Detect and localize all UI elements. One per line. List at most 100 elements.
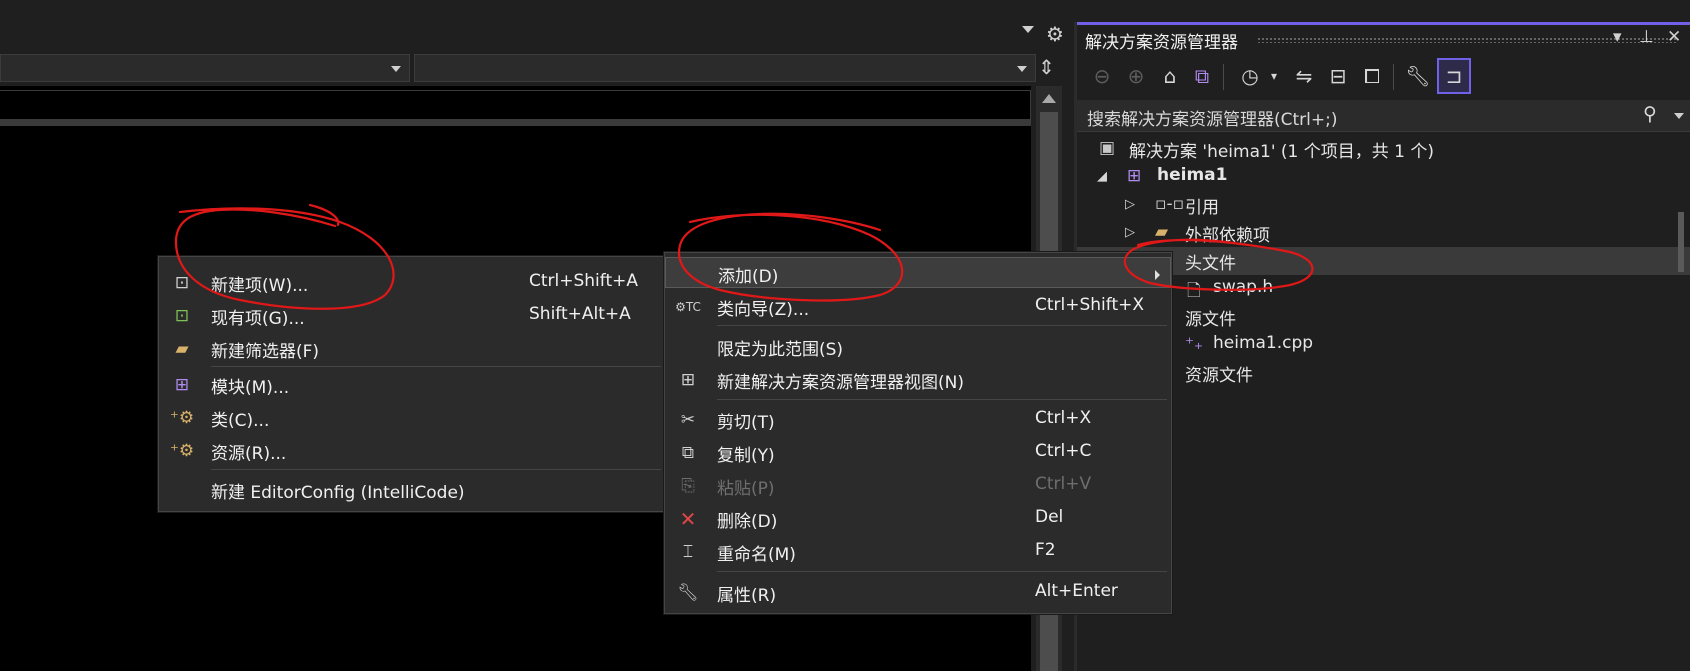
new-item-icon: ⊡ — [174, 273, 190, 293]
cpp-project-icon: ⊞ — [1127, 166, 1142, 186]
tree-item-label: swap.h — [1213, 277, 1274, 297]
current-line-highlight — [0, 90, 1031, 120]
menu-item-label: 类(C)... — [211, 411, 270, 431]
chevron-down-icon — [1017, 66, 1027, 72]
class-icon: ⁺⚙ — [169, 408, 195, 428]
class-wizard-icon: ⚙TC — [675, 300, 701, 314]
menu-item-label: 新建 EditorConfig (IntelliCode) — [211, 483, 465, 503]
existing-item-icon: ⊡ — [174, 306, 190, 326]
menu-item-cut[interactable]: ✂ 剪切(T) Ctrl+X — [665, 404, 1171, 435]
sync-icon[interactable]: ⇋ — [1289, 60, 1319, 92]
menu-item-label: 属性(R) — [717, 586, 777, 606]
copy-icon: ⧉ — [681, 443, 695, 463]
window-position-dropdown-icon[interactable]: ▾ — [1613, 27, 1622, 47]
toolbar-separator — [1223, 64, 1224, 90]
history-dropdown-icon[interactable]: ▾ — [1259, 60, 1289, 92]
tree-item-project[interactable]: ◢ ⊞ heima1 — [1077, 163, 1690, 191]
search-input[interactable]: 搜索解决方案资源管理器(Ctrl+;) — [1087, 105, 1337, 130]
menu-item-label: 删除(D) — [717, 512, 778, 532]
menu-item-class-wizard[interactable]: ⚙TC 类向导(Z)... Ctrl+Shift+X — [665, 291, 1171, 322]
menu-separator — [211, 469, 661, 470]
menu-item-label: 模块(M)... — [211, 378, 290, 398]
tree-scrollbar-thumb[interactable] — [1678, 212, 1684, 272]
menu-item-label: 新建解决方案资源管理器视图(N) — [717, 373, 964, 393]
solution-explorer-search[interactable]: 搜索解决方案资源管理器(Ctrl+;) ⚲ — [1077, 100, 1690, 132]
home-icon[interactable]: ⌂ — [1155, 60, 1185, 92]
menu-item-resource[interactable]: ⁺⚙ 资源(R)... — [159, 435, 665, 466]
panel-title: 解决方案资源管理器 — [1085, 33, 1238, 53]
menu-item-module[interactable]: ⊞ 模块(M)... — [159, 369, 665, 400]
menu-item-rename[interactable]: ⌶ 重命名(M) F2 — [665, 536, 1171, 567]
collapsed-icon[interactable]: ▷ — [1125, 197, 1135, 212]
vs-solution-icon[interactable]: ⧉ — [1187, 60, 1217, 92]
pin-icon[interactable]: ⊥ — [1639, 27, 1654, 47]
menu-item-label: 新建项(W)... — [211, 276, 309, 296]
collapse-all-icon[interactable]: ⊟ — [1323, 60, 1353, 92]
editor-tab-strip: ⚙ — [0, 0, 1075, 52]
menu-item-new-view[interactable]: ⊞ 新建解决方案资源管理器视图(N) — [665, 364, 1171, 395]
menu-item-scope-to-this[interactable]: 限定为此范围(S) — [665, 331, 1171, 362]
delete-icon: ✕ — [679, 507, 697, 531]
menu-item-label: 剪切(T) — [717, 413, 775, 433]
tree-item-label: 源文件 — [1185, 310, 1236, 330]
menu-item-class[interactable]: ⁺⚙ 类(C)... — [159, 402, 665, 433]
folder-icon: ▰ — [1155, 222, 1169, 242]
tree-item-solution[interactable]: ▣ 解决方案 'heima1' (1 个项目，共 1 个) — [1077, 135, 1690, 163]
menu-item-new-filter[interactable]: ▰ 新建筛选器(F) — [159, 333, 665, 364]
search-icon[interactable]: ⚲ — [1643, 103, 1657, 125]
menu-item-shortcut: Alt+Enter — [1035, 581, 1118, 601]
tree-item-references[interactable]: ▷ ▫-▫ 引用 — [1077, 191, 1690, 219]
scroll-up-icon[interactable] — [1042, 94, 1056, 103]
menu-item-shortcut: Del — [1035, 507, 1064, 527]
menu-item-label: 重命名(M) — [717, 545, 796, 565]
tab-list-dropdown-icon[interactable] — [1022, 26, 1034, 33]
member-dropdown[interactable] — [414, 54, 1036, 82]
gear-icon[interactable]: ⚙ — [1046, 22, 1064, 46]
menu-item-new-item[interactable]: ⊡ 新建项(W)... Ctrl+Shift+A — [159, 267, 665, 298]
menu-item-label: 添加(D) — [718, 267, 779, 287]
submenu-arrow-icon — [1155, 270, 1160, 280]
resource-icon: ⁺⚙ — [169, 441, 195, 461]
tree-item-label: heima1.cpp — [1213, 333, 1314, 353]
collapsed-icon[interactable]: ▷ — [1125, 225, 1135, 240]
references-icon: ▫-▫ — [1155, 194, 1185, 214]
expand-icon[interactable]: ◢ — [1097, 169, 1107, 184]
menu-item-label: 限定为此范围(S) — [717, 340, 844, 360]
new-view-icon: ⊞ — [680, 370, 696, 390]
tree-item-label: 外部依赖项 — [1185, 226, 1270, 246]
menu-item-shortcut: Ctrl+X — [1035, 408, 1092, 428]
tree-item-label: 资源文件 — [1185, 366, 1253, 386]
menu-item-add[interactable]: 添加(D) — [665, 257, 1171, 288]
menu-item-label: 现有项(G)... — [211, 309, 305, 329]
properties-icon[interactable]: 🔧︎ — [1403, 60, 1433, 92]
split-window-icon[interactable]: ⇕ — [1038, 55, 1055, 79]
chevron-down-icon — [391, 66, 401, 72]
tree-item-external-deps[interactable]: ▷ ▰ 外部依赖项 — [1077, 219, 1690, 247]
menu-item-shortcut: F2 — [1035, 540, 1056, 560]
menu-item-label: 资源(R)... — [211, 444, 287, 464]
scope-dropdown[interactable] — [0, 54, 410, 82]
menu-item-shortcut: Ctrl+C — [1035, 441, 1092, 461]
menu-item-properties[interactable]: 🔧︎ 属性(R) Alt+Enter — [665, 577, 1171, 608]
solution-explorer-toolbar: ⊖ ⊕ ⌂ ⧉ ◷ ▾ ⇋ ⊟ ⧠ 🔧︎ ⊐ — [1077, 54, 1690, 98]
menu-item-shortcut: Shift+Alt+A — [529, 304, 631, 324]
solution-icon: ▣ — [1099, 138, 1116, 158]
navigation-bar — [0, 52, 1036, 84]
search-options-dropdown-icon[interactable] — [1674, 113, 1684, 119]
preview-selected-icon[interactable]: ⊐ — [1437, 58, 1471, 94]
back-icon[interactable]: ⊖ — [1087, 60, 1117, 92]
editor-divider — [0, 120, 1031, 126]
menu-item-new-editorconfig[interactable]: 新建 EditorConfig (IntelliCode) — [159, 474, 665, 505]
close-icon[interactable]: ✕ — [1667, 27, 1681, 47]
show-all-files-icon[interactable]: ⧠ — [1357, 60, 1387, 92]
tree-item-label: 解决方案 'heima1' (1 个项目，共 1 个) — [1129, 142, 1435, 162]
menu-item-copy[interactable]: ⧉ 复制(Y) Ctrl+C — [665, 437, 1171, 468]
menu-separator — [717, 571, 1167, 572]
menu-item-delete[interactable]: ✕ 删除(D) Del — [665, 503, 1171, 534]
menu-item-existing-item[interactable]: ⊡ 现有项(G)... Shift+Alt+A — [159, 300, 665, 331]
menu-separator — [717, 325, 1167, 326]
menu-item-paste: ⎘ 粘贴(P) Ctrl+V — [665, 470, 1171, 501]
forward-icon[interactable]: ⊕ — [1121, 60, 1151, 92]
solution-explorer-context-menu: 添加(D) ⚙TC 类向导(Z)... Ctrl+Shift+X 限定为此范围(… — [664, 252, 1172, 614]
menu-item-label: 新建筛选器(F) — [211, 342, 320, 362]
